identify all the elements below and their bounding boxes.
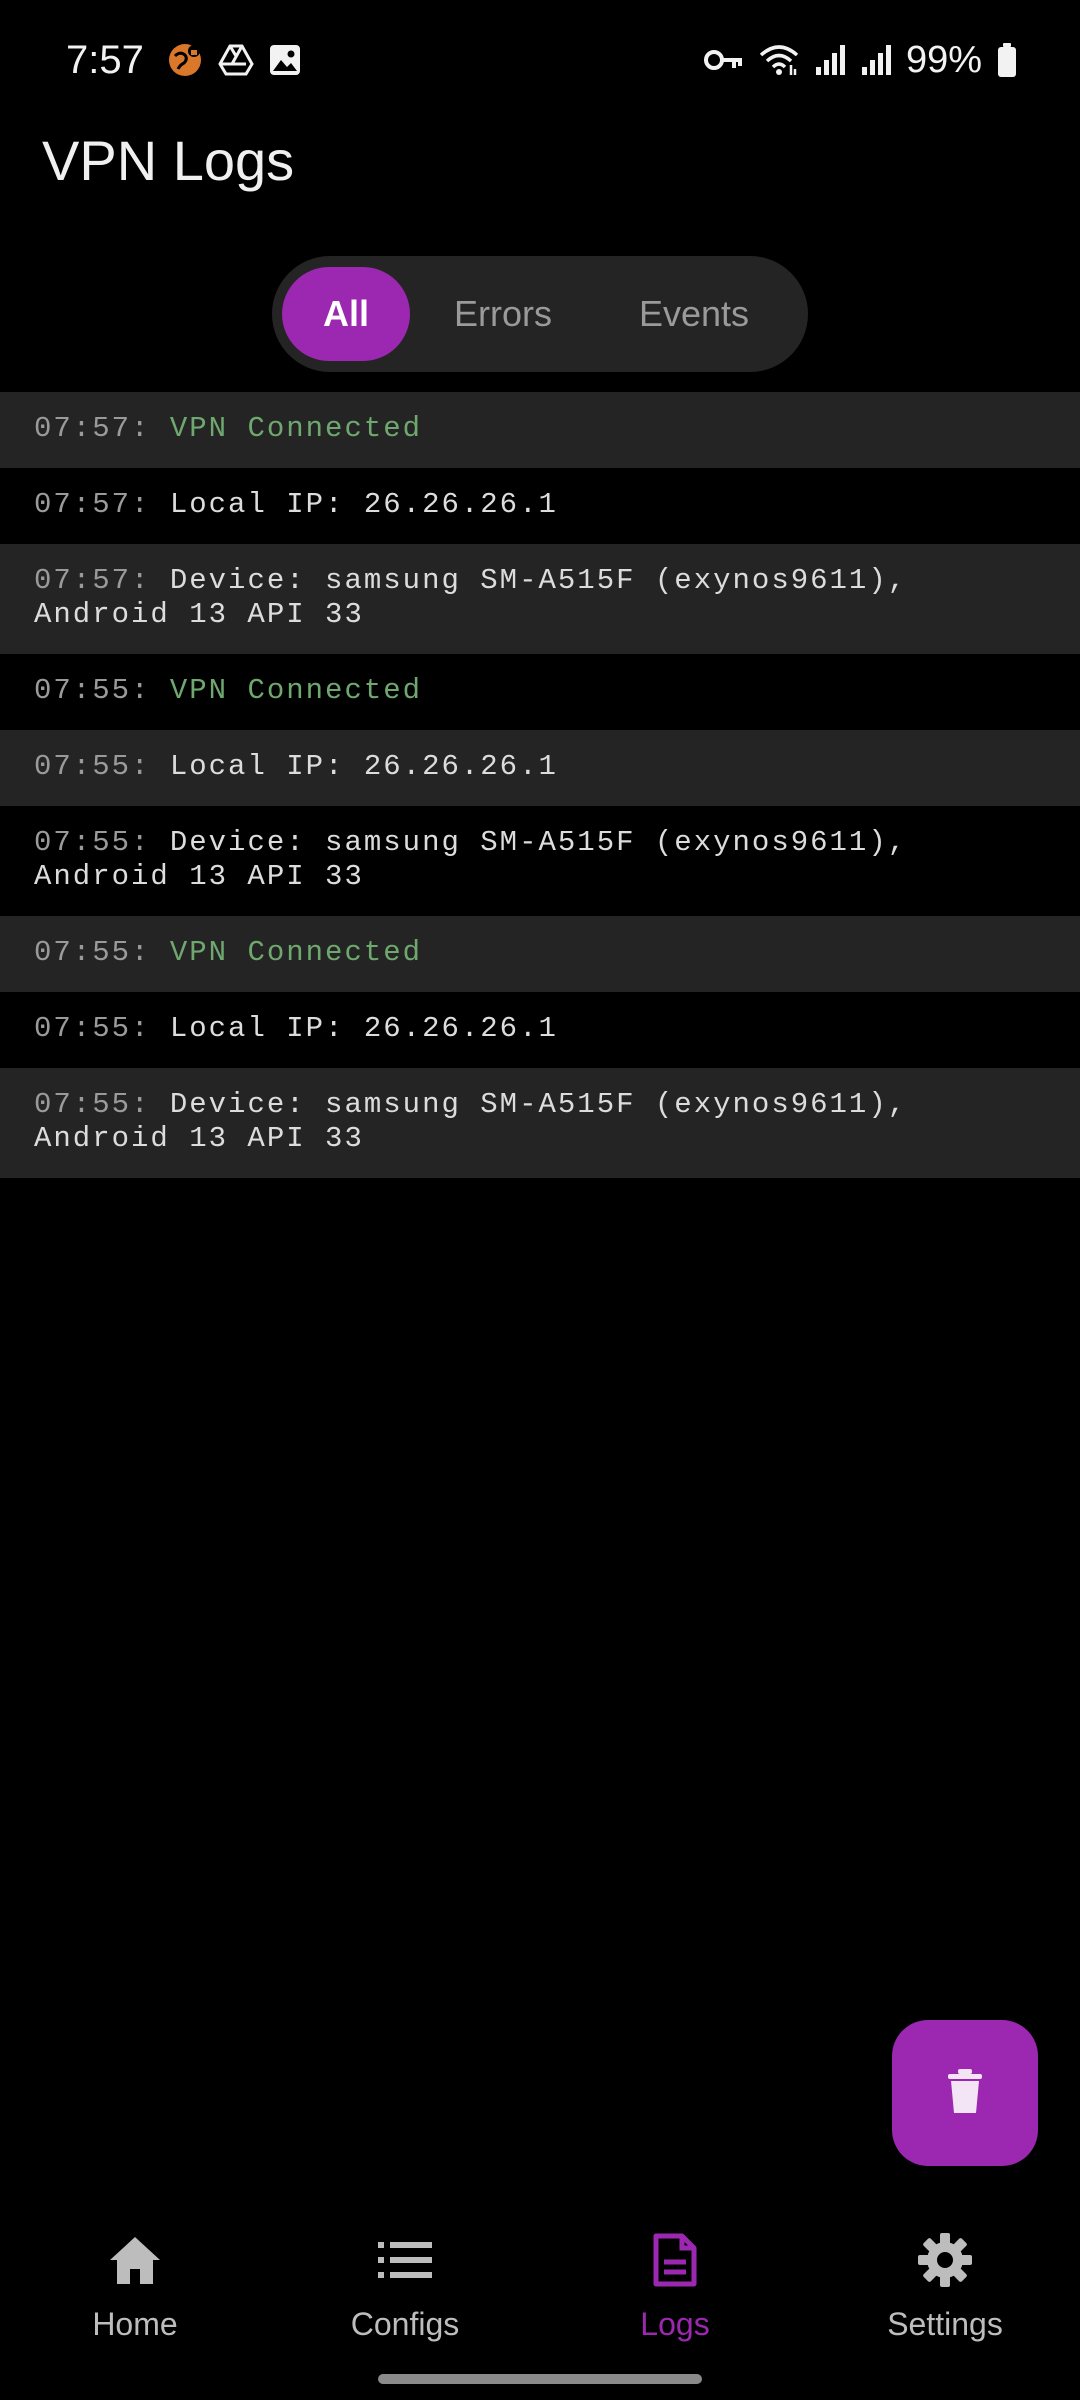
log-entry: 07:55: VPN Connected <box>0 654 1080 730</box>
filter-events-button[interactable]: Events <box>596 267 792 361</box>
log-message: Device: samsung SM-A515F (exynos9611), A… <box>34 1088 927 1155</box>
nav-settings[interactable]: Settings <box>810 2200 1080 2343</box>
drive-icon <box>218 42 254 78</box>
battery-icon <box>996 42 1018 78</box>
log-entry: 07:57: Local IP: 26.26.26.1 <box>0 468 1080 544</box>
log-timestamp: 07:55: <box>34 936 151 969</box>
log-list[interactable]: 07:57: VPN Connected 07:57: Local IP: 26… <box>0 392 1080 1178</box>
log-entry: 07:55: Local IP: 26.26.26.1 <box>0 730 1080 806</box>
gear-icon <box>917 2228 973 2292</box>
log-entry: 07:55: Local IP: 26.26.26.1 <box>0 992 1080 1068</box>
log-filter-segmented-control: All Errors Events <box>272 256 808 372</box>
list-icon <box>378 2228 432 2292</box>
log-timestamp: 07:57: <box>34 488 151 521</box>
log-message: Local IP: 26.26.26.1 <box>169 488 558 521</box>
log-timestamp: 07:57: <box>34 412 151 445</box>
screen: 7:57 99% VPN Logs All Errors Events 07:5… <box>0 0 1080 2400</box>
nav-logs-label: Logs <box>640 2306 710 2342</box>
log-timestamp: 07:55: <box>34 1088 151 1121</box>
log-message: Local IP: 26.26.26.1 <box>169 1012 558 1045</box>
status-bar: 7:57 99% <box>0 0 1080 120</box>
document-icon <box>652 2228 698 2292</box>
status-bar-right: 99% <box>703 38 1018 82</box>
log-timestamp: 07:55: <box>34 1012 151 1045</box>
home-indicator[interactable] <box>378 2374 702 2384</box>
trash-icon <box>945 2067 985 2120</box>
log-entry: 07:55: Device: samsung SM-A515F (exynos9… <box>0 1068 1080 1178</box>
status-time: 7:57 <box>66 37 144 82</box>
nav-settings-label: Settings <box>887 2306 1003 2342</box>
wifi-icon <box>758 43 800 77</box>
home-icon <box>107 2228 163 2292</box>
log-message: VPN Connected <box>169 674 423 707</box>
log-timestamp: 07:55: <box>34 674 151 707</box>
log-message: Local IP: 26.26.26.1 <box>169 750 558 783</box>
log-entry: 07:55: VPN Connected <box>0 916 1080 992</box>
log-entry: 07:57: VPN Connected <box>0 392 1080 468</box>
nav-configs[interactable]: Configs <box>270 2200 540 2343</box>
battery-percentage: 99% <box>905 38 982 81</box>
status-bar-left: 7:57 <box>66 38 302 83</box>
nav-home[interactable]: Home <box>0 2200 270 2343</box>
bottom-navigation: Home Configs Logs Settings <box>0 2200 1080 2360</box>
page-title: VPN Logs <box>42 129 295 192</box>
log-entry: 07:55: Device: samsung SM-A515F (exynos9… <box>0 806 1080 916</box>
log-entry: 07:57: Device: samsung SM-A515F (exynos9… <box>0 544 1080 654</box>
clear-logs-button[interactable] <box>892 2020 1038 2166</box>
log-message: Device: samsung SM-A515F (exynos9611), A… <box>34 826 927 893</box>
log-timestamp: 07:57: <box>34 564 151 597</box>
vpn-key-icon <box>703 47 744 73</box>
log-timestamp: 07:55: <box>34 750 151 783</box>
nav-logs[interactable]: Logs <box>540 2200 810 2343</box>
signal-icon <box>860 43 892 77</box>
signal-icon <box>814 43 846 77</box>
gallery-icon <box>268 43 302 77</box>
filter-errors-button[interactable]: Errors <box>410 267 596 361</box>
vpn-globe-icon <box>166 41 204 79</box>
nav-home-label: Home <box>92 2306 178 2342</box>
log-message: VPN Connected <box>169 936 423 969</box>
log-timestamp: 07:55: <box>34 826 151 859</box>
log-message: Device: samsung SM-A515F (exynos9611), A… <box>34 564 927 631</box>
log-message: VPN Connected <box>169 412 423 445</box>
filter-all-button[interactable]: All <box>282 267 410 361</box>
nav-configs-label: Configs <box>350 2306 460 2342</box>
